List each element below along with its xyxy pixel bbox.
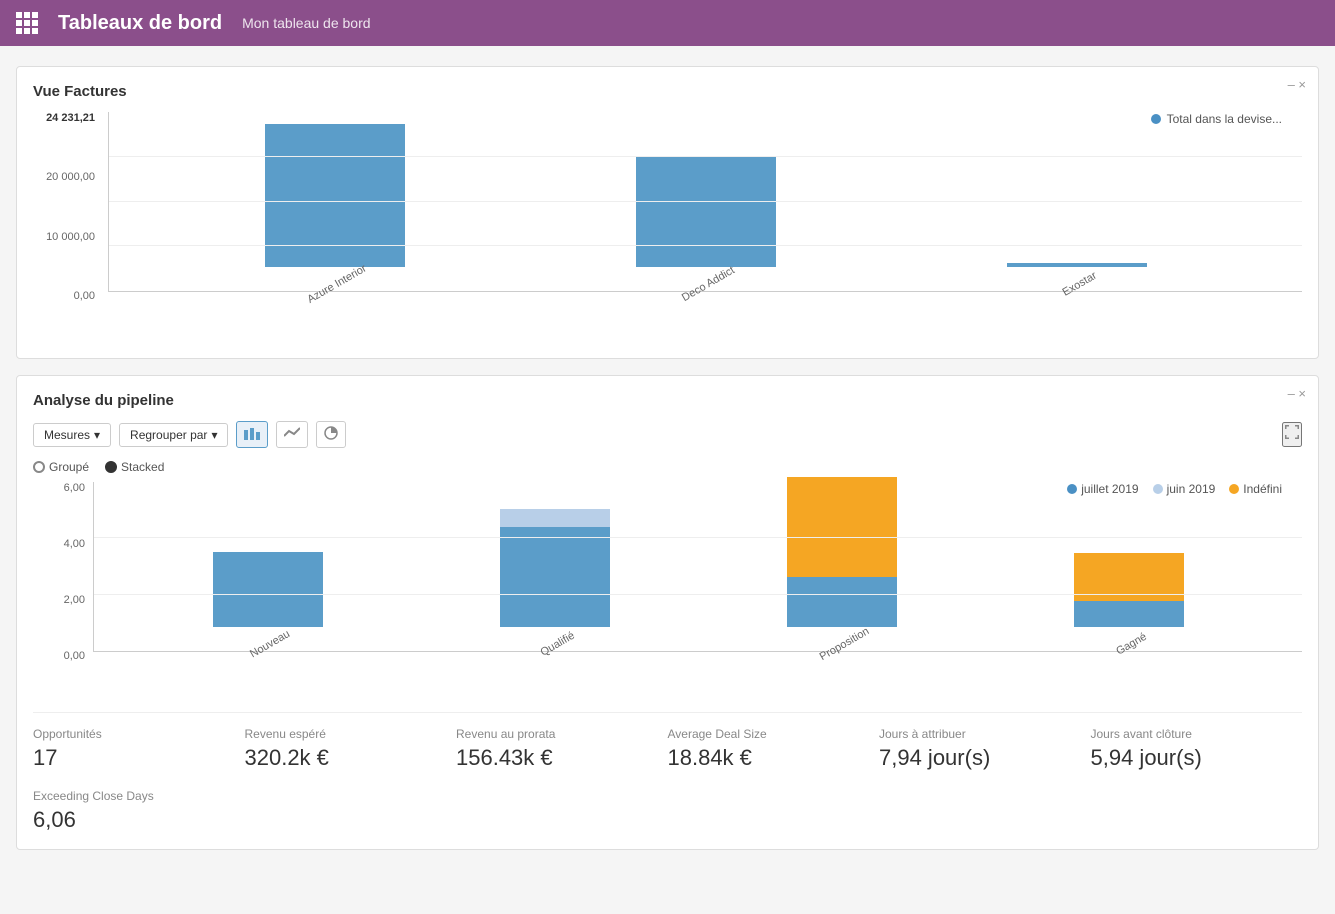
card1-title: Vue Factures: [33, 83, 1302, 100]
bar-proposition-blue: [787, 577, 897, 627]
bar-exostar: Exostar: [1007, 263, 1147, 291]
y2-0: 0,00: [64, 650, 85, 662]
bar-azure-rect: [265, 124, 405, 267]
pie-chart-btn[interactable]: [316, 421, 346, 448]
yaxis-label: 20 000,00: [46, 171, 95, 183]
yaxis-label: 24 231,21: [46, 112, 95, 124]
bar-nouveau-blue: [213, 552, 323, 627]
fullscreen-btn[interactable]: [1282, 422, 1302, 447]
bar-chart-btn[interactable]: [236, 421, 268, 448]
bar-deco: Deco Addict: [636, 157, 776, 291]
stacked-option[interactable]: Stacked: [105, 460, 164, 474]
y2-6: 6,00: [64, 482, 85, 494]
app-title: Tableaux de bord: [58, 12, 222, 35]
bar-deco-rect: [636, 157, 776, 267]
metric-revenu-prorata: Revenu au prorata 156.43k €: [456, 727, 668, 781]
extra-metric: Exceeding Close Days 6,06: [33, 781, 1302, 833]
metric-opportunites: Opportunités 17: [33, 727, 245, 781]
card-vue-factures: Vue Factures – × Total dans la devise...…: [16, 66, 1319, 359]
bar-azure: Azure Interior: [265, 124, 405, 291]
grid-icon[interactable]: [16, 12, 38, 34]
y2-2: 2,00: [64, 594, 85, 606]
bar-azure-label: Azure Interior: [306, 262, 369, 305]
card2-close[interactable]: – ×: [1288, 386, 1306, 401]
card1-close[interactable]: – ×: [1288, 77, 1306, 92]
mesures-dropdown[interactable]: Mesures ▾: [33, 423, 111, 447]
pipeline-toolbar: Mesures ▾ Regrouper par ▾: [33, 421, 1302, 448]
bar-qualifie-light: [500, 509, 610, 527]
bar-exostar-label: Exostar: [1060, 270, 1098, 299]
line-chart-btn[interactable]: [276, 421, 308, 448]
chart1-bars-area: Azure Interior Deco Addict Exostar: [108, 112, 1302, 292]
metrics-row: Opportunités 17 Revenu espéré 320.2k € R…: [33, 712, 1302, 781]
regrouper-dropdown[interactable]: Regrouper par ▾: [119, 423, 228, 447]
metric-jours-attribuer: Jours à attribuer 7,94 jour(s): [879, 727, 1091, 781]
card2-title: Analyse du pipeline: [33, 392, 1302, 409]
bar-proposition-label: Proposition: [818, 625, 872, 663]
bar-proposition-orange: [787, 477, 897, 577]
main-content: Vue Factures – × Total dans la devise...…: [0, 46, 1335, 870]
bar-qualifie-blue: [500, 527, 610, 627]
chart2-bars-area: Nouveau Qualifié: [93, 482, 1302, 652]
bar-nouveau: Nouveau: [213, 482, 323, 651]
grouped-option[interactable]: Groupé: [33, 460, 89, 474]
metric-deal-size: Average Deal Size 18.84k €: [668, 727, 880, 781]
card-pipeline: Analyse du pipeline – × Mesures ▾ Regrou…: [16, 375, 1319, 850]
breadcrumb: Mon tableau de bord: [242, 15, 370, 31]
stacked-radio[interactable]: [105, 461, 117, 473]
bar-gagne-blue: [1074, 601, 1184, 627]
chart2-yaxis: 6,00 4,00 2,00 0,00: [33, 482, 93, 662]
bar-deco-label: Deco Addict: [680, 264, 737, 304]
bar-gagne: Gagné: [1074, 482, 1184, 651]
top-nav: Tableaux de bord Mon tableau de bord: [0, 0, 1335, 46]
bar-gagne-label: Gagné: [1114, 631, 1149, 658]
yaxis-label: 0,00: [74, 290, 95, 302]
metric-jours-cloture: Jours avant clôture 5,94 jour(s): [1091, 727, 1303, 781]
chart1-yaxis: 24 231,21 20 000,00 10 000,00 0,00: [33, 112, 103, 302]
yaxis-label: 10 000,00: [46, 231, 95, 243]
y2-4: 4,00: [64, 538, 85, 550]
bar-proposition: Proposition: [787, 482, 897, 651]
chart-options: Groupé Stacked: [33, 460, 1302, 474]
bar-qualifie: Qualifié: [500, 482, 610, 651]
bar-exostar-rect: [1007, 263, 1147, 267]
bar-qualifie-label: Qualifié: [538, 630, 576, 659]
metric-revenu-espere: Revenu espéré 320.2k €: [245, 727, 457, 781]
bar-gagne-orange: [1074, 553, 1184, 601]
grouped-radio[interactable]: [33, 461, 45, 473]
bar-nouveau-label: Nouveau: [248, 628, 292, 660]
